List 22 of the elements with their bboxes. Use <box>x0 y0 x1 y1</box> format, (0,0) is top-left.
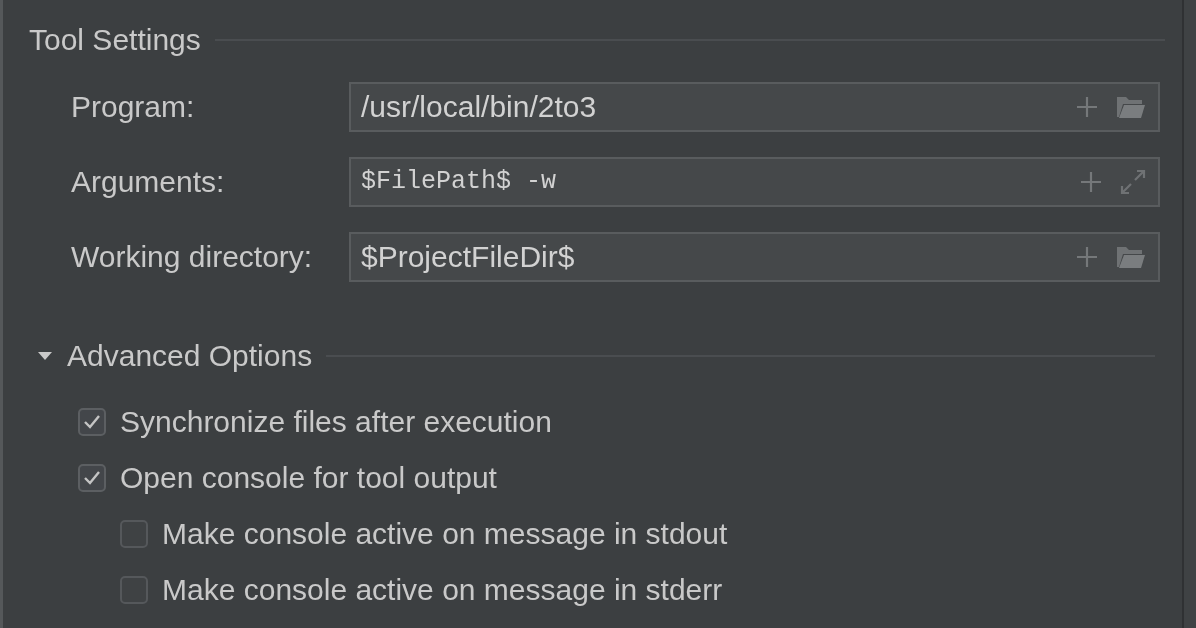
field-label: Working directory: <box>71 239 314 275</box>
field-label: Program: <box>71 89 196 125</box>
text-field[interactable]: /usr/local/bin/2to3 <box>349 82 1160 132</box>
option-label: Open console for tool output <box>120 460 497 496</box>
folder-icon[interactable] <box>1116 245 1146 269</box>
option-label: Make console active on message in stderr <box>162 572 723 608</box>
text-field[interactable]: $FilePath$ -w <box>349 157 1160 207</box>
plus-icon[interactable] <box>1076 246 1098 268</box>
checkbox[interactable] <box>78 464 106 492</box>
checkbox[interactable] <box>120 576 148 604</box>
plus-icon[interactable] <box>1076 96 1098 118</box>
option-label: Synchronize files after execution <box>120 404 552 440</box>
expand-icon[interactable] <box>1120 169 1146 195</box>
folder-icon[interactable] <box>1116 95 1146 119</box>
option-label: Make console active on message in stdout <box>162 516 728 552</box>
checkbox[interactable] <box>120 520 148 548</box>
plus-icon[interactable] <box>1080 171 1102 193</box>
section-title: Tool Settings <box>29 22 201 58</box>
text-field[interactable]: $ProjectFileDir$ <box>349 232 1160 282</box>
field-label: Arguments: <box>71 164 226 200</box>
section-title: Advanced Options <box>67 338 313 374</box>
checkbox[interactable] <box>78 408 106 436</box>
